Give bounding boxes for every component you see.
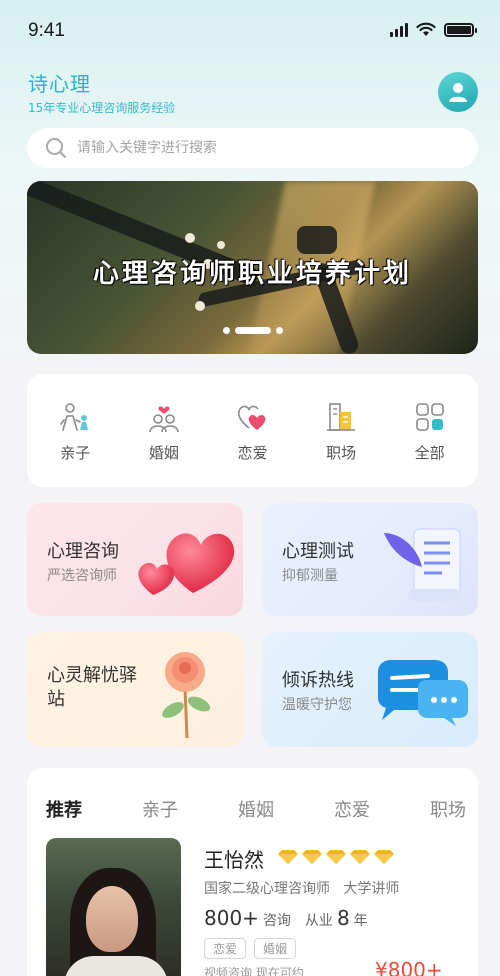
user-avatar-button[interactable] [438, 72, 478, 112]
wifi-icon [416, 22, 436, 36]
diamond-icon [374, 850, 394, 864]
tab-workplace[interactable]: 职场 [430, 796, 466, 822]
counselor-qualification: 国家二级心理咨询师 [204, 881, 330, 897]
carousel-dot[interactable] [223, 327, 230, 334]
tab-marriage[interactable]: 婚姻 [238, 796, 274, 822]
diamond-icon [302, 850, 322, 864]
search-input[interactable] [77, 140, 457, 156]
signal-icon [390, 22, 408, 37]
category-all[interactable]: 全部 [390, 374, 470, 487]
chat-bubble-icon [378, 660, 468, 726]
tab-love[interactable]: 恋爱 [334, 796, 370, 822]
app-title: 诗心理 [28, 72, 91, 96]
rating-gems [277, 850, 395, 864]
marriage-icon [149, 406, 179, 433]
status-icons [390, 22, 477, 37]
carousel-dot-active[interactable] [235, 327, 271, 334]
years-suffix: 年 [353, 913, 368, 929]
years-value: 8 [336, 906, 350, 930]
scroll-quill-icon [384, 528, 461, 601]
card-subtitle: 严选咨询师 [47, 568, 117, 584]
rose-icon [162, 652, 211, 739]
workplace-icon [327, 403, 356, 431]
category-label: 恋爱 [237, 444, 268, 462]
status-bar: 9:41 [0, 0, 500, 64]
category-label: 亲子 [60, 444, 91, 462]
card-title: 心理咨询 [47, 541, 119, 562]
carousel-dots[interactable] [223, 327, 283, 334]
search-bar[interactable] [27, 128, 478, 168]
counselor-title: 国家二级心理咨询师 大学讲师 [204, 878, 399, 898]
availability: 视频咨询 现在可约 [204, 966, 304, 976]
card-title: 倾诉热线 [282, 670, 354, 691]
parent-child-icon [60, 403, 89, 431]
counselor-tags: 恋爱 婚姻 [204, 938, 297, 959]
diamond-icon [278, 850, 298, 864]
years-prefix: 从业 [304, 913, 333, 929]
card-subtitle: 温暖守护您 [282, 697, 352, 713]
price: ¥800+ [375, 958, 443, 976]
card-psych-test[interactable]: 心理测试 抑郁测量 [262, 503, 478, 616]
diamond-icon [350, 850, 370, 864]
card-title: 心灵解忧驿站 [47, 665, 137, 710]
grid-icon [415, 403, 444, 431]
promo-banner[interactable]: 心理咨询师职业培养计划 [27, 181, 478, 354]
category-workplace[interactable]: 职场 [301, 374, 381, 487]
category-label: 全部 [414, 444, 445, 462]
banner-title: 心理咨询师职业培养计划 [92, 259, 412, 289]
category-label: 婚姻 [148, 444, 179, 462]
counselor-stats: 800+ 咨询 从业 8 年 [204, 906, 368, 930]
category-marriage[interactable]: 婚姻 [124, 374, 204, 487]
counselor-role: 大学讲师 [343, 881, 400, 897]
app-tagline: 15年专业心理咨询服务经验 [28, 101, 176, 115]
diamond-icon [326, 850, 346, 864]
category-parent-child[interactable]: 亲子 [35, 374, 115, 487]
category-label: 职场 [326, 444, 357, 462]
category-grid: 亲子 婚姻 恋爱 职场 全部 [27, 374, 478, 487]
counselor-photo[interactable] [46, 838, 181, 976]
card-subtitle: 抑郁测量 [282, 568, 338, 584]
tab-recommend[interactable]: 推荐 [46, 796, 82, 822]
search-icon [46, 138, 66, 158]
consult-label: 咨询 [262, 913, 291, 929]
tab-parent-child[interactable]: 亲子 [142, 796, 178, 822]
user-icon [449, 83, 467, 102]
love-heart-icon [238, 405, 266, 430]
recommend-tabs: 推荐 亲子 婚姻 恋爱 职场 [46, 796, 466, 822]
card-title: 心理测试 [282, 541, 354, 562]
card-hotline[interactable]: 倾诉热线 温暖守护您 [262, 632, 478, 747]
hearts-icon [138, 533, 235, 595]
tag: 婚姻 [254, 938, 297, 959]
carousel-dot[interactable] [276, 327, 283, 334]
status-time: 9:41 [28, 20, 65, 41]
tag: 恋爱 [204, 938, 247, 959]
consult-count: 800+ [204, 906, 259, 930]
card-psych-consult[interactable]: 心理咨询 严选咨询师 [27, 503, 243, 616]
recommend-section: 推荐 亲子 婚姻 恋爱 职场 王怡然 国家二级心理咨询师 大学讲师 800+ 咨… [27, 768, 478, 976]
counselor-name[interactable]: 王怡然 [204, 844, 264, 873]
brand-header: 诗心理 15年专业心理咨询服务经验 [28, 68, 175, 116]
battery-icon [444, 22, 477, 37]
category-love[interactable]: 恋爱 [212, 374, 292, 487]
card-soul-station[interactable]: 心灵解忧驿站 [27, 632, 243, 747]
